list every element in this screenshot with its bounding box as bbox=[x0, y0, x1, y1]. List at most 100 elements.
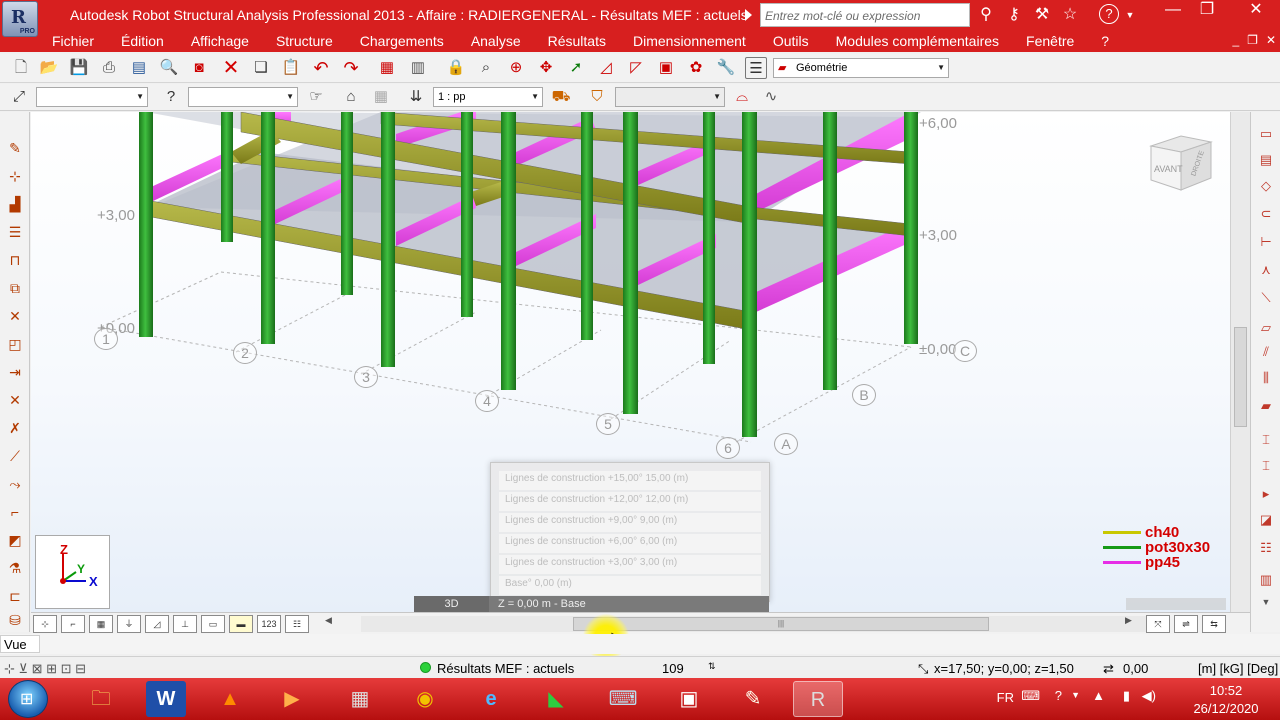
bar-numbers-icon[interactable]: ⌐ bbox=[61, 615, 85, 633]
connect-icon[interactable]: ⚒ bbox=[1031, 4, 1053, 26]
level-list-popup[interactable]: Lignes de construction +15,00° 15,00 (m)… bbox=[490, 462, 770, 602]
paste-icon[interactable]: 📋 bbox=[280, 57, 302, 79]
table-view-icon[interactable]: ▭ bbox=[1255, 124, 1277, 144]
scroll-down-icon[interactable]: ▼ bbox=[1255, 592, 1277, 612]
tab-3d[interactable]: 3D bbox=[414, 596, 489, 612]
bracket-icon[interactable]: ⊏ bbox=[4, 585, 26, 607]
help-dropdown-icon[interactable]: ▼ bbox=[1125, 4, 1135, 26]
level-list-item[interactable]: Lignes de construction +12,00° 12,00 (m) bbox=[499, 492, 761, 511]
trim-icon[interactable]: ⤳ bbox=[4, 473, 26, 495]
menu-fichier[interactable]: Fichier bbox=[52, 33, 94, 49]
view-sync-icon[interactable]: ⇆ bbox=[1202, 615, 1226, 633]
cable-icon[interactable]: ⟍ bbox=[1255, 288, 1277, 308]
beam-icon[interactable]: ⊢ bbox=[1255, 232, 1277, 252]
robot-task-icon[interactable]: R bbox=[793, 681, 843, 717]
load-display-icon[interactable]: ▬ bbox=[229, 615, 253, 633]
load-table-icon[interactable]: ⛉ bbox=[586, 86, 608, 108]
select-arrow-icon[interactable]: ➚ bbox=[565, 57, 587, 79]
material-icon[interactable]: ✿ bbox=[685, 57, 707, 79]
select-hand-icon[interactable]: ☞ bbox=[305, 86, 327, 108]
key-icon[interactable]: ⚷ bbox=[1003, 4, 1025, 26]
minimize-button[interactable]: — bbox=[1158, 0, 1188, 22]
node-selection-combo[interactable] bbox=[36, 87, 148, 107]
supports-icon[interactable]: ☰ bbox=[4, 221, 26, 243]
close-button[interactable]: ✕ bbox=[1236, 0, 1276, 22]
scroll-right-icon[interactable]: ▶ bbox=[1125, 615, 1132, 626]
sections-icon[interactable]: ⊓ bbox=[4, 249, 26, 271]
view-link-icon[interactable]: ⇌ bbox=[1174, 615, 1198, 633]
rebar-icon[interactable]: ▥ bbox=[1255, 570, 1277, 590]
stair-icon[interactable]: ⫽ bbox=[1255, 342, 1277, 362]
supports-display-icon[interactable]: ⏚ bbox=[117, 615, 141, 633]
vlc-icon[interactable]: ▲ bbox=[205, 681, 255, 717]
members-icon[interactable]: ▤ bbox=[1255, 150, 1277, 170]
wall-icon[interactable]: ⫼ bbox=[1255, 368, 1277, 388]
view-cube[interactable]: AVANT DROITE bbox=[1141, 128, 1221, 198]
solid-icon[interactable]: ◪ bbox=[1255, 510, 1277, 530]
cross-icon[interactable]: ✕ bbox=[4, 305, 26, 327]
attributes-display-icon[interactable]: ☷ bbox=[285, 615, 309, 633]
load-definition-icon[interactable]: ⛟ bbox=[550, 86, 572, 108]
delete-icon[interactable]: ✕ bbox=[220, 57, 242, 79]
menu-fenetre[interactable]: Fenêtre bbox=[1026, 33, 1074, 49]
app-logo[interactable]: R PRO bbox=[2, 1, 38, 37]
horizontal-scrollbar[interactable]: ||| bbox=[361, 616, 1161, 632]
dimension-icon[interactable]: ◿ bbox=[595, 57, 617, 79]
mirror-icon[interactable]: ⧉ bbox=[4, 277, 26, 299]
release-icon[interactable]: ⊂ bbox=[1255, 204, 1277, 224]
vue-field[interactable]: Vue bbox=[0, 635, 40, 653]
undo-icon[interactable]: ↶ bbox=[310, 57, 332, 79]
extend-icon[interactable]: ⟋ bbox=[4, 445, 26, 467]
node-select-icon[interactable]: ⤢ bbox=[8, 86, 30, 108]
panel-display-icon[interactable]: ▭ bbox=[201, 615, 225, 633]
zoom-icon[interactable]: ⌕ bbox=[475, 57, 497, 79]
section-shape-display-icon[interactable]: ◿ bbox=[145, 615, 169, 633]
sections-display-icon[interactable]: ▦ bbox=[89, 615, 113, 633]
new-file-icon[interactable]: 🗋 bbox=[10, 57, 32, 79]
report-icon[interactable]: ▥ bbox=[407, 57, 429, 79]
tray-expand-icon[interactable]: ▲ bbox=[1092, 688, 1105, 703]
media-player-icon[interactable]: ▶ bbox=[267, 681, 317, 717]
print-preview-icon[interactable]: ▤ bbox=[128, 57, 150, 79]
frame-icon[interactable]: ⌂ bbox=[340, 86, 362, 108]
structure-viewport[interactable]: +6,00 +3,00 +0,00 +3,00 ±0,00 1 2 3 4 5 … bbox=[31, 112, 1230, 612]
ie-icon[interactable]: e bbox=[466, 681, 516, 717]
status-units[interactable]: [m] [kG] [Deg] bbox=[1198, 661, 1278, 676]
mdi-restore-icon[interactable]: ❐ bbox=[1247, 33, 1258, 47]
number-display-icon[interactable]: 123 bbox=[257, 615, 281, 633]
title-arrow-icon[interactable] bbox=[745, 9, 752, 21]
display-icon[interactable]: ✥ bbox=[535, 57, 557, 79]
calculator-icon[interactable]: ▦ bbox=[335, 681, 385, 717]
table-icon[interactable]: ▦ bbox=[376, 57, 398, 79]
print-icon[interactable]: ⎙ bbox=[98, 57, 120, 79]
menu-structure[interactable]: Structure bbox=[276, 33, 333, 49]
level-list-item[interactable]: Base° 0,00 (m) bbox=[499, 576, 761, 595]
explorer-icon[interactable]: 🗀 bbox=[76, 681, 126, 717]
tray-keyboard-icon[interactable]: ⌨ bbox=[1021, 688, 1040, 704]
chrome-icon[interactable]: ◉ bbox=[400, 681, 450, 717]
menu-affichage[interactable]: Affichage bbox=[191, 33, 249, 49]
keyboard-icon[interactable]: ⌨ bbox=[598, 681, 648, 717]
load-case-icon[interactable]: ⇊ bbox=[405, 86, 427, 108]
lock-icon[interactable]: 🔒 bbox=[445, 57, 467, 79]
brush-icon[interactable]: ⛁ bbox=[4, 609, 26, 631]
panel-icon[interactable]: ◰ bbox=[4, 333, 26, 355]
wave-icon[interactable]: ∿ bbox=[760, 86, 782, 108]
tray-volume-icon[interactable]: ◀) bbox=[1142, 688, 1156, 704]
node-numbers-icon[interactable]: ⊹ bbox=[33, 615, 57, 633]
zoom-preview-icon[interactable]: 🔍 bbox=[158, 57, 180, 79]
acrobat-icon[interactable]: ◣ bbox=[531, 681, 581, 717]
clock-time[interactable]: 10:52 bbox=[1186, 683, 1266, 698]
binoculars-icon[interactable]: ⚲ bbox=[975, 4, 997, 26]
level-list-item[interactable]: Lignes de construction +6,00° 6,00 (m) bbox=[499, 534, 761, 553]
section-icon[interactable]: ▣ bbox=[655, 57, 677, 79]
deformation-icon[interactable]: ⌓ bbox=[731, 86, 753, 108]
clock-date[interactable]: 26/12/2020 bbox=[1186, 701, 1266, 716]
panel-load-icon[interactable]: ▱ bbox=[1255, 318, 1277, 338]
menu-dimensionnement[interactable]: Dimensionnement bbox=[633, 33, 746, 49]
tray-dropdown-icon[interactable]: ▼ bbox=[1071, 690, 1080, 700]
intersect-icon[interactable]: ✕ bbox=[4, 389, 26, 411]
plate-icon[interactable]: ▰ bbox=[1255, 396, 1277, 416]
zoom-window-icon[interactable]: ⊕ bbox=[505, 57, 527, 79]
status-display-icons[interactable]: ⊹ ⊻ ⊠ ⊞ ⊡ ⊟ bbox=[4, 661, 86, 677]
